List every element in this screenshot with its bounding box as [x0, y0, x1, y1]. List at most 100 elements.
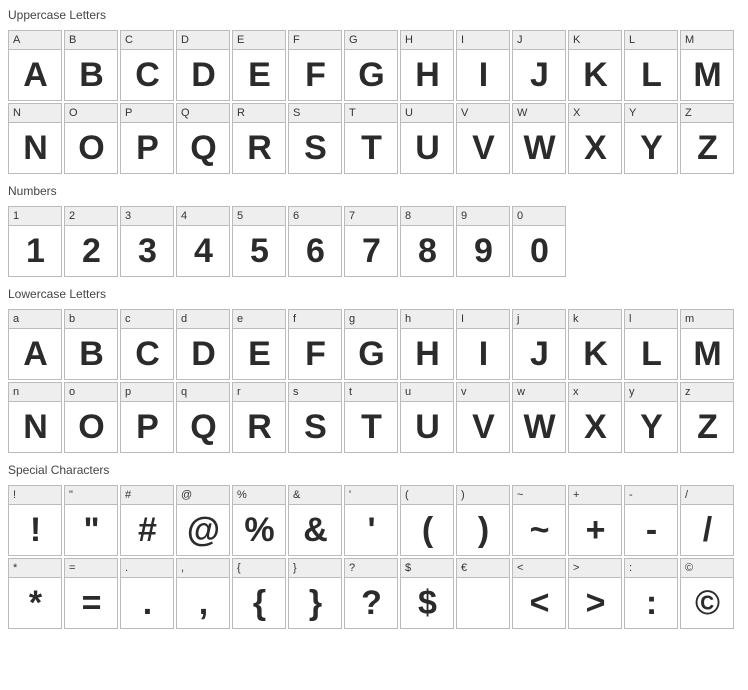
glyph-cell[interactable]: ©©	[680, 558, 734, 629]
glyph-cell[interactable]: qQ	[176, 382, 230, 453]
glyph-cell[interactable]: PP	[120, 103, 174, 174]
glyph-cell[interactable]: NN	[8, 103, 62, 174]
glyph-cell-preview: (	[401, 505, 453, 555]
glyph-cell[interactable]: ..	[120, 558, 174, 629]
glyph-cell[interactable]: TT	[344, 103, 398, 174]
glyph-cell-preview: ?	[345, 578, 397, 628]
glyph-cell[interactable]: QQ	[176, 103, 230, 174]
glyph-cell[interactable]: tT	[344, 382, 398, 453]
glyph-cell[interactable]: ??	[344, 558, 398, 629]
glyph-cell[interactable]: **	[8, 558, 62, 629]
glyph-cell[interactable]: sS	[288, 382, 342, 453]
glyph-cell[interactable]: BB	[64, 30, 118, 101]
glyph-cell[interactable]: cC	[120, 309, 174, 380]
glyph-cell[interactable]: LL	[624, 30, 678, 101]
glyph-cell[interactable]: vV	[456, 382, 510, 453]
glyph-cell-label: x	[569, 383, 621, 402]
glyph-cell[interactable]: 66	[288, 206, 342, 277]
glyph-cell[interactable]: fF	[288, 309, 342, 380]
glyph-cell[interactable]: &&	[288, 485, 342, 556]
glyph-cell[interactable]: ::	[624, 558, 678, 629]
glyph-cell[interactable]: ~~	[512, 485, 566, 556]
glyph-cell[interactable]: ,,	[176, 558, 230, 629]
glyph-cell[interactable]: ""	[64, 485, 118, 556]
glyph-cell[interactable]: ZZ	[680, 103, 734, 174]
glyph-cell[interactable]: eE	[232, 309, 286, 380]
glyph-cell[interactable]: ((	[400, 485, 454, 556]
glyph-cell[interactable]: <<	[512, 558, 566, 629]
glyph-cell[interactable]: 33	[120, 206, 174, 277]
glyph-cell[interactable]: VV	[456, 103, 510, 174]
glyph-cell[interactable]: yY	[624, 382, 678, 453]
glyph-cell[interactable]: EE	[232, 30, 286, 101]
glyph-cell[interactable]: ##	[120, 485, 174, 556]
glyph-cell[interactable]: aA	[8, 309, 62, 380]
glyph-cell[interactable]: DD	[176, 30, 230, 101]
glyph-cell[interactable]: RR	[232, 103, 286, 174]
glyph-cell[interactable]: SS	[288, 103, 342, 174]
glyph-cell-preview	[457, 578, 509, 628]
glyph-cell[interactable]: {{	[232, 558, 286, 629]
glyph-cell[interactable]: ++	[568, 485, 622, 556]
glyph-cell[interactable]: €	[456, 558, 510, 629]
glyph-cell[interactable]: 77	[344, 206, 398, 277]
glyph-cell[interactable]: II	[456, 30, 510, 101]
glyph-cell[interactable]: zZ	[680, 382, 734, 453]
glyph-cell[interactable]: FF	[288, 30, 342, 101]
glyph-cell[interactable]: MM	[680, 30, 734, 101]
glyph-cell[interactable]: WW	[512, 103, 566, 174]
glyph-cell[interactable]: %%	[232, 485, 286, 556]
glyph-cell-preview: /	[681, 505, 733, 555]
glyph-cell[interactable]: wW	[512, 382, 566, 453]
glyph-cell[interactable]: dD	[176, 309, 230, 380]
glyph-cell[interactable]: bB	[64, 309, 118, 380]
glyph-cell[interactable]: 11	[8, 206, 62, 277]
glyph-cell[interactable]: 99	[456, 206, 510, 277]
glyph-cell[interactable]: GG	[344, 30, 398, 101]
glyph-cell[interactable]: mM	[680, 309, 734, 380]
glyph-cell[interactable]: AA	[8, 30, 62, 101]
glyph-cell[interactable]: rR	[232, 382, 286, 453]
glyph-cell[interactable]: HH	[400, 30, 454, 101]
glyph-cell[interactable]: ))	[456, 485, 510, 556]
glyph-cell[interactable]: !!	[8, 485, 62, 556]
glyph-cell[interactable]: UU	[400, 103, 454, 174]
glyph-cell[interactable]: //	[680, 485, 734, 556]
glyph-cell[interactable]: xX	[568, 382, 622, 453]
glyph-cell-preview: H	[401, 329, 453, 379]
glyph-cell[interactable]: 00	[512, 206, 566, 277]
glyph-cell[interactable]: 44	[176, 206, 230, 277]
glyph-cell[interactable]: --	[624, 485, 678, 556]
glyph-cell[interactable]: OO	[64, 103, 118, 174]
glyph-cell[interactable]: hH	[400, 309, 454, 380]
glyph-cell[interactable]: lL	[624, 309, 678, 380]
glyph-cell[interactable]: CC	[120, 30, 174, 101]
glyph-cell[interactable]: 22	[64, 206, 118, 277]
glyph-cell[interactable]: nN	[8, 382, 62, 453]
glyph-cell[interactable]: KK	[568, 30, 622, 101]
glyph-cell-preview: K	[569, 50, 621, 100]
glyph-cell[interactable]: uU	[400, 382, 454, 453]
glyph-cell[interactable]: 55	[232, 206, 286, 277]
glyph-cell[interactable]: II	[456, 309, 510, 380]
glyph-cell[interactable]: YY	[624, 103, 678, 174]
glyph-cell[interactable]: @@	[176, 485, 230, 556]
glyph-cell[interactable]: gG	[344, 309, 398, 380]
glyph-cell[interactable]: kK	[568, 309, 622, 380]
glyph-cell[interactable]: oO	[64, 382, 118, 453]
glyph-cell-preview: V	[457, 402, 509, 452]
glyph-cell-label: L	[625, 31, 677, 50]
glyph-cell[interactable]: JJ	[512, 30, 566, 101]
glyph-cell[interactable]: $$	[400, 558, 454, 629]
glyph-cell-preview: 0	[513, 226, 565, 276]
glyph-cell[interactable]: 88	[400, 206, 454, 277]
glyph-cell[interactable]: ==	[64, 558, 118, 629]
glyph-cell[interactable]: pP	[120, 382, 174, 453]
glyph-cell[interactable]: jJ	[512, 309, 566, 380]
glyph-cell-preview: G	[345, 50, 397, 100]
glyph-cell[interactable]: >>	[568, 558, 622, 629]
glyph-cell[interactable]: XX	[568, 103, 622, 174]
glyph-cell[interactable]: ''	[344, 485, 398, 556]
glyph-cell[interactable]: }}	[288, 558, 342, 629]
glyph-cell-preview: ~	[513, 505, 565, 555]
